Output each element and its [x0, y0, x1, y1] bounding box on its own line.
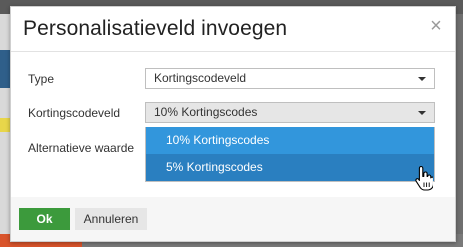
dropdown-option[interactable]: 10% Kortingscodes	[146, 127, 434, 154]
close-icon[interactable]: ×	[427, 16, 445, 36]
discount-field-select-value: 10% Kortingscodes	[154, 105, 258, 119]
discount-field-label: Kortingscodeveld	[28, 106, 121, 120]
type-select-value: Kortingscodeveld	[154, 71, 247, 85]
hand-pointer-icon	[415, 165, 433, 191]
ok-button[interactable]: Ok	[19, 208, 70, 230]
chevron-down-icon	[418, 77, 426, 81]
alternative-value-label: Alternatieve waarde	[28, 141, 135, 155]
header-divider	[11, 51, 455, 52]
cancel-button[interactable]: Annuleren	[75, 208, 147, 230]
type-select[interactable]: Kortingscodeveld	[145, 68, 435, 89]
discount-field-dropdown: 10% Kortingscodes 5% Kortingscodes	[145, 127, 435, 182]
insert-personalization-field-dialog: Personalisatieveld invoegen × Type Korti…	[10, 6, 456, 242]
discount-field-select[interactable]: 10% Kortingscodes	[145, 102, 435, 123]
dialog-title: Personalisatieveld invoegen	[23, 17, 288, 40]
dropdown-option[interactable]: 5% Kortingscodes	[146, 154, 434, 181]
type-label: Type	[28, 72, 55, 86]
chevron-down-icon	[418, 111, 426, 115]
